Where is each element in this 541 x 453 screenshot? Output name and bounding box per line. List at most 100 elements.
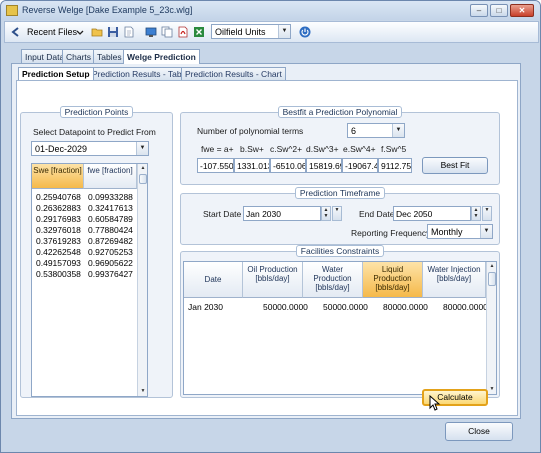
- coef-label-c: c.Sw^2+: [270, 144, 303, 154]
- datapoint-select[interactable]: 01-Dec-2029 ▼: [31, 141, 149, 156]
- chevron-down-icon[interactable]: ▼: [278, 25, 290, 38]
- maximize-button[interactable]: □: [490, 4, 508, 17]
- monitor-icon[interactable]: [145, 26, 157, 38]
- poly-terms-select[interactable]: 6 ▼: [347, 123, 405, 138]
- coef-label-a: fwe = a+: [201, 144, 234, 154]
- chevron-down-icon[interactable]: ▼: [392, 124, 404, 137]
- best-fit-button[interactable]: Best Fit: [422, 157, 488, 174]
- start-date-field[interactable]: Jan 2030: [243, 206, 321, 221]
- reporting-frequency-select[interactable]: Monthly ▼: [427, 224, 493, 239]
- scroll-up-icon[interactable]: ▲: [138, 164, 147, 173]
- end-date-field[interactable]: Dec 2050: [393, 206, 471, 221]
- table-cell[interactable]: 0.26362883: [36, 203, 81, 213]
- tab-charts[interactable]: Charts: [62, 49, 96, 63]
- coef-c-field[interactable]: -6510.068: [270, 158, 306, 173]
- prediction-setup-panel: Prediction Points Select Datapoint to Pr…: [16, 80, 518, 416]
- table-cell[interactable]: 0.87269482: [88, 236, 133, 246]
- tab-body: Prediction Setup Prediction Results - Ta…: [11, 63, 521, 419]
- tab-welge-prediction[interactable]: Welge Prediction: [123, 49, 200, 64]
- start-date-spinner[interactable]: ▲ ▼: [321, 206, 331, 221]
- window-title: Reverse Welge [Dake Example 5_23c.wlg]: [22, 5, 193, 15]
- bestfit-group: Bestfit a Prediction Polynomial Number o…: [180, 106, 500, 185]
- scroll-down-icon[interactable]: ▼: [138, 387, 147, 396]
- column-header-fwe[interactable]: fwe [fraction]: [84, 164, 137, 189]
- mouse-cursor-icon: [429, 395, 441, 411]
- save-icon[interactable]: [107, 26, 119, 38]
- group-title: Prediction Points: [59, 106, 134, 118]
- table-cell[interactable]: 0.49157093: [36, 258, 81, 268]
- timeframe-group: Prediction Timeframe Start Date Jan 2030…: [180, 187, 500, 245]
- coef-label-e: e.Sw^4+: [343, 144, 376, 154]
- column-header-date[interactable]: Date: [184, 262, 243, 298]
- coef-d-field[interactable]: 15819.69: [306, 158, 342, 173]
- chevron-down-icon[interactable]: ▼: [480, 225, 492, 238]
- units-select[interactable]: Oilfield Units ▼: [211, 24, 291, 39]
- coef-label-b: b.Sw+: [240, 144, 264, 154]
- table-cell[interactable]: 0.42262548: [36, 247, 81, 257]
- chevron-down-icon[interactable]: ▼: [136, 142, 148, 155]
- start-date-label: Start Date: [203, 209, 242, 219]
- scroll-up-icon[interactable]: ▲: [487, 262, 496, 271]
- table-cell[interactable]: Jan 2030: [188, 302, 223, 312]
- copy-icon[interactable]: [161, 26, 173, 38]
- column-header-injection[interactable]: Water Injection [bbls/day]: [423, 262, 486, 298]
- vertical-scrollbar[interactable]: ▲ ▼: [137, 164, 147, 396]
- open-folder-icon[interactable]: [91, 26, 103, 38]
- table-cell[interactable]: 0.32417613: [88, 203, 133, 213]
- table-cell[interactable]: 0.29176983: [36, 214, 81, 224]
- app-window: Reverse Welge [Dake Example 5_23c.wlg] –…: [0, 0, 541, 453]
- coef-b-field[interactable]: 1331.013: [234, 158, 270, 173]
- table-cell[interactable]: 0.25940768: [36, 192, 81, 202]
- table-cell[interactable]: 0.92705253: [88, 247, 133, 257]
- column-header-water[interactable]: Water Production [bbls/day]: [303, 262, 363, 298]
- coef-f-field[interactable]: 9112.755: [378, 158, 412, 173]
- table-cell[interactable]: 80000.0000: [443, 302, 488, 312]
- chevron-down-icon[interactable]: [76, 26, 84, 38]
- main-panel: Input Data Charts Tables Welge Predictio…: [11, 49, 531, 419]
- table-cell[interactable]: 0.37619283: [36, 236, 81, 246]
- select-datapoint-label: Select Datapoint to Predict From: [33, 127, 156, 137]
- column-header-oil[interactable]: Oil Production [bbls/day]: [243, 262, 303, 298]
- coef-a-field[interactable]: -107.5500: [197, 158, 234, 173]
- end-date-spinner[interactable]: ▲ ▼: [471, 206, 481, 221]
- table-cell[interactable]: 50000.0000: [263, 302, 308, 312]
- poly-terms-value: 6: [351, 126, 357, 136]
- column-header-liquid[interactable]: Liquid Production [bbls/day]: [363, 262, 423, 298]
- table-cell[interactable]: 0.99376427: [88, 269, 133, 279]
- table-cell[interactable]: 80000.0000: [383, 302, 428, 312]
- table-cell[interactable]: 0.53800358: [36, 269, 81, 279]
- close-window-button[interactable]: ✕: [510, 4, 534, 17]
- table-cell[interactable]: 50000.0000: [323, 302, 368, 312]
- facilities-table[interactable]: Date Oil Production [bbls/day] Water Pro…: [183, 261, 497, 395]
- chevron-down-icon[interactable]: ▼: [482, 206, 492, 221]
- power-icon[interactable]: [299, 26, 311, 38]
- subtab-results-chart[interactable]: Prediction Results - Chart: [181, 67, 286, 80]
- table-cell[interactable]: 0.60584789: [88, 214, 133, 224]
- scroll-down-icon[interactable]: ▼: [487, 385, 496, 394]
- coef-e-field[interactable]: -19067.45: [342, 158, 378, 173]
- table-cell[interactable]: 0.32976018: [36, 225, 81, 235]
- units-selected-value: Oilfield Units: [215, 27, 266, 37]
- table-cell[interactable]: 0.09933288: [88, 192, 133, 202]
- poly-terms-label: Number of polynomial terms: [197, 126, 304, 136]
- excel-icon[interactable]: [193, 26, 205, 38]
- chevron-down-icon[interactable]: ▼: [332, 206, 342, 221]
- scroll-thumb[interactable]: [139, 174, 147, 184]
- new-document-icon[interactable]: [123, 26, 135, 38]
- column-header-swe[interactable]: Swe [fraction]: [32, 164, 84, 189]
- recent-files-menu[interactable]: Recent Files: [27, 27, 77, 37]
- subtab-results-table[interactable]: Prediction Results - Table: [88, 67, 193, 80]
- app-icon: [6, 5, 18, 16]
- scroll-thumb[interactable]: [488, 272, 496, 286]
- pdf-icon[interactable]: [177, 26, 189, 38]
- table-cell[interactable]: 0.77880424: [88, 225, 133, 235]
- minimize-button[interactable]: –: [470, 4, 488, 17]
- close-button[interactable]: Close: [445, 422, 513, 441]
- vertical-scrollbar[interactable]: ▲ ▼: [486, 262, 496, 394]
- tab-tables[interactable]: Tables: [93, 49, 126, 63]
- subtab-prediction-setup[interactable]: Prediction Setup: [18, 67, 94, 80]
- reporting-frequency-value: Monthly: [431, 227, 463, 237]
- back-arrow-icon[interactable]: [9, 26, 21, 38]
- prediction-points-table[interactable]: Swe [fraction] fwe [fraction] 0.25940768…: [31, 163, 148, 397]
- table-cell[interactable]: 0.96905622: [88, 258, 133, 268]
